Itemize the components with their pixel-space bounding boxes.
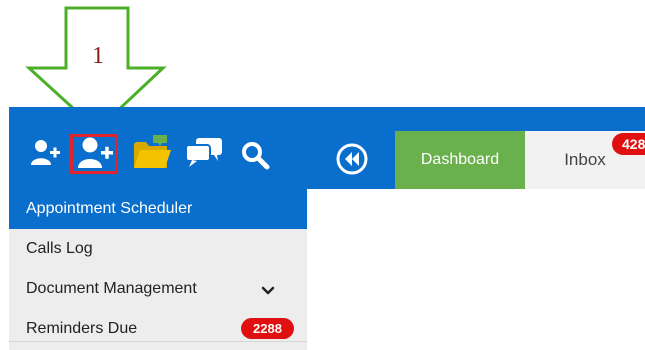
search-icon[interactable] (240, 140, 270, 170)
sidebar-item-calls-log[interactable]: Calls Log (26, 240, 93, 258)
sidebar-item-appointment-scheduler[interactable]: Appointment Scheduler (9, 189, 307, 229)
inbox-count-badge: 428 (612, 133, 645, 155)
folder-open-icon[interactable] (131, 132, 173, 174)
user-add-icon[interactable] (30, 138, 62, 168)
sidebar-item-document-management[interactable]: Document Management (26, 280, 197, 298)
sidebar-item-reminders-due[interactable]: Reminders Due (26, 320, 137, 338)
tab-dashboard[interactable]: Dashboard (395, 131, 525, 189)
step-number: 1 (92, 43, 104, 69)
rewind-circle-icon[interactable] (335, 142, 369, 176)
chat-bubbles-icon[interactable] (184, 136, 224, 168)
highlight-box (70, 134, 118, 174)
reminders-count-badge: 2288 (241, 318, 294, 339)
tab-inbox-label: Inbox (564, 150, 606, 169)
tab-dashboard-label: Dashboard (420, 151, 500, 168)
chevron-down-icon[interactable] (261, 285, 275, 297)
sidebar-divider (9, 341, 307, 342)
